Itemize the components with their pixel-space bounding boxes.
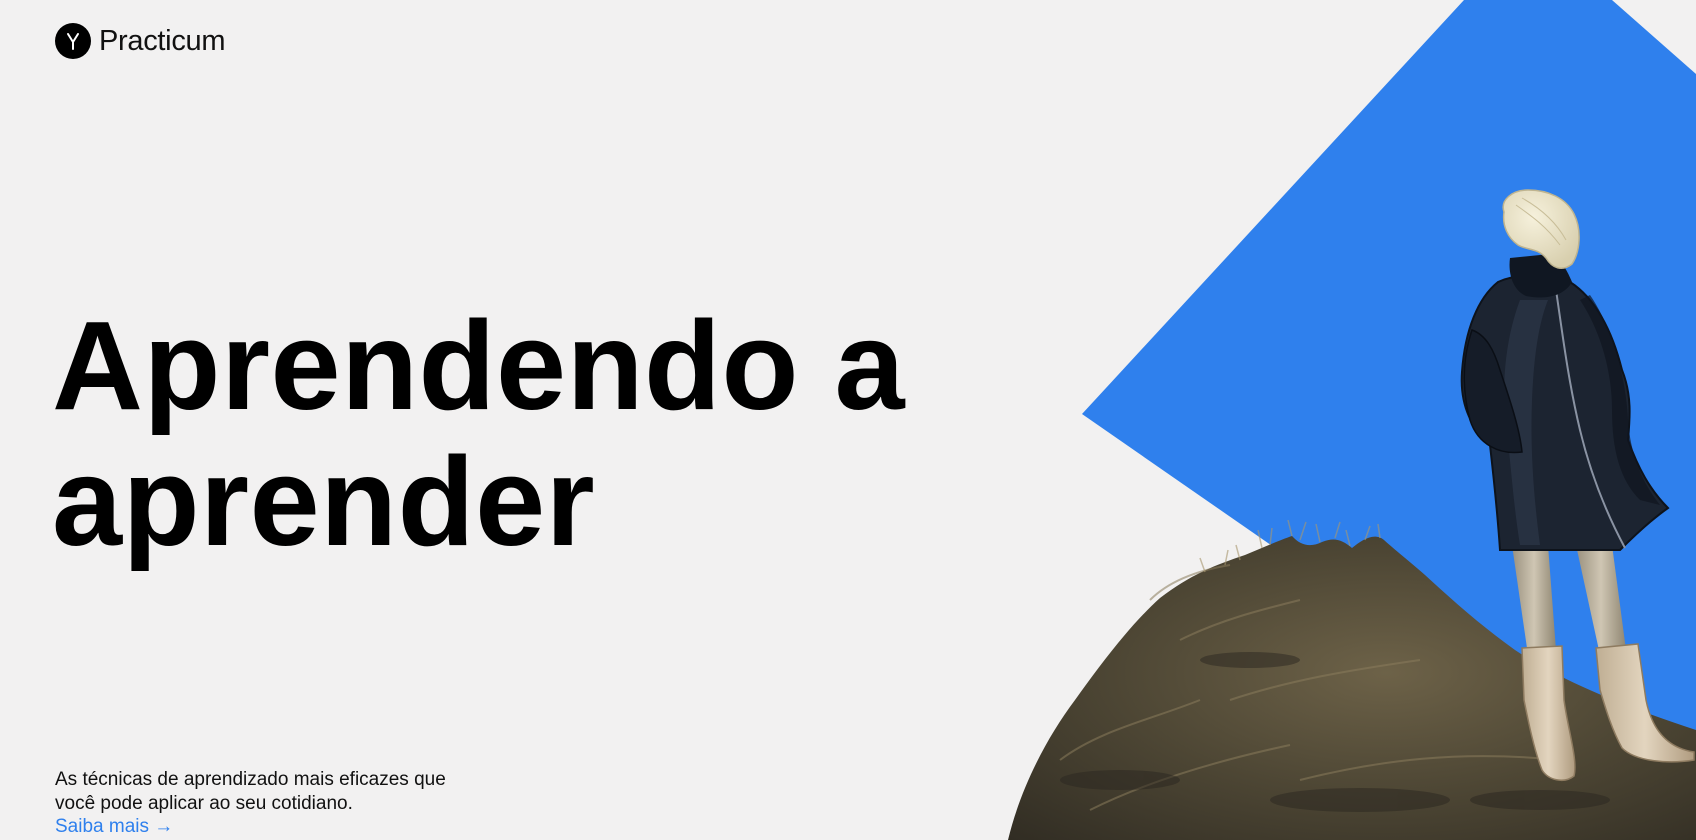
blue-diamond-shape (1082, 0, 1696, 840)
page-title-line-2: aprender (52, 431, 596, 572)
hill-shape (1008, 536, 1696, 840)
page-title-line-1: Aprendendo a (52, 295, 906, 436)
page-title: Aprendendo a aprender (52, 298, 952, 570)
hero-description-line-1: As técnicas de aprendizado mais eficazes… (55, 769, 446, 790)
practicum-logo-icon (55, 23, 91, 59)
landing-page: Practicum Aprendendo a aprender As técni… (0, 0, 1696, 840)
hero-description: As técnicas de aprendizado mais eficazes… (55, 768, 525, 816)
person-figure (1460, 189, 1695, 782)
learn-more-link[interactable]: Saiba mais → (55, 815, 173, 839)
hero-description-line-2: você pode aplicar ao seu cotidiano. (55, 793, 353, 814)
practicum-logo-link[interactable]: Practicum (55, 23, 226, 59)
brand-name: Practicum (99, 24, 226, 57)
